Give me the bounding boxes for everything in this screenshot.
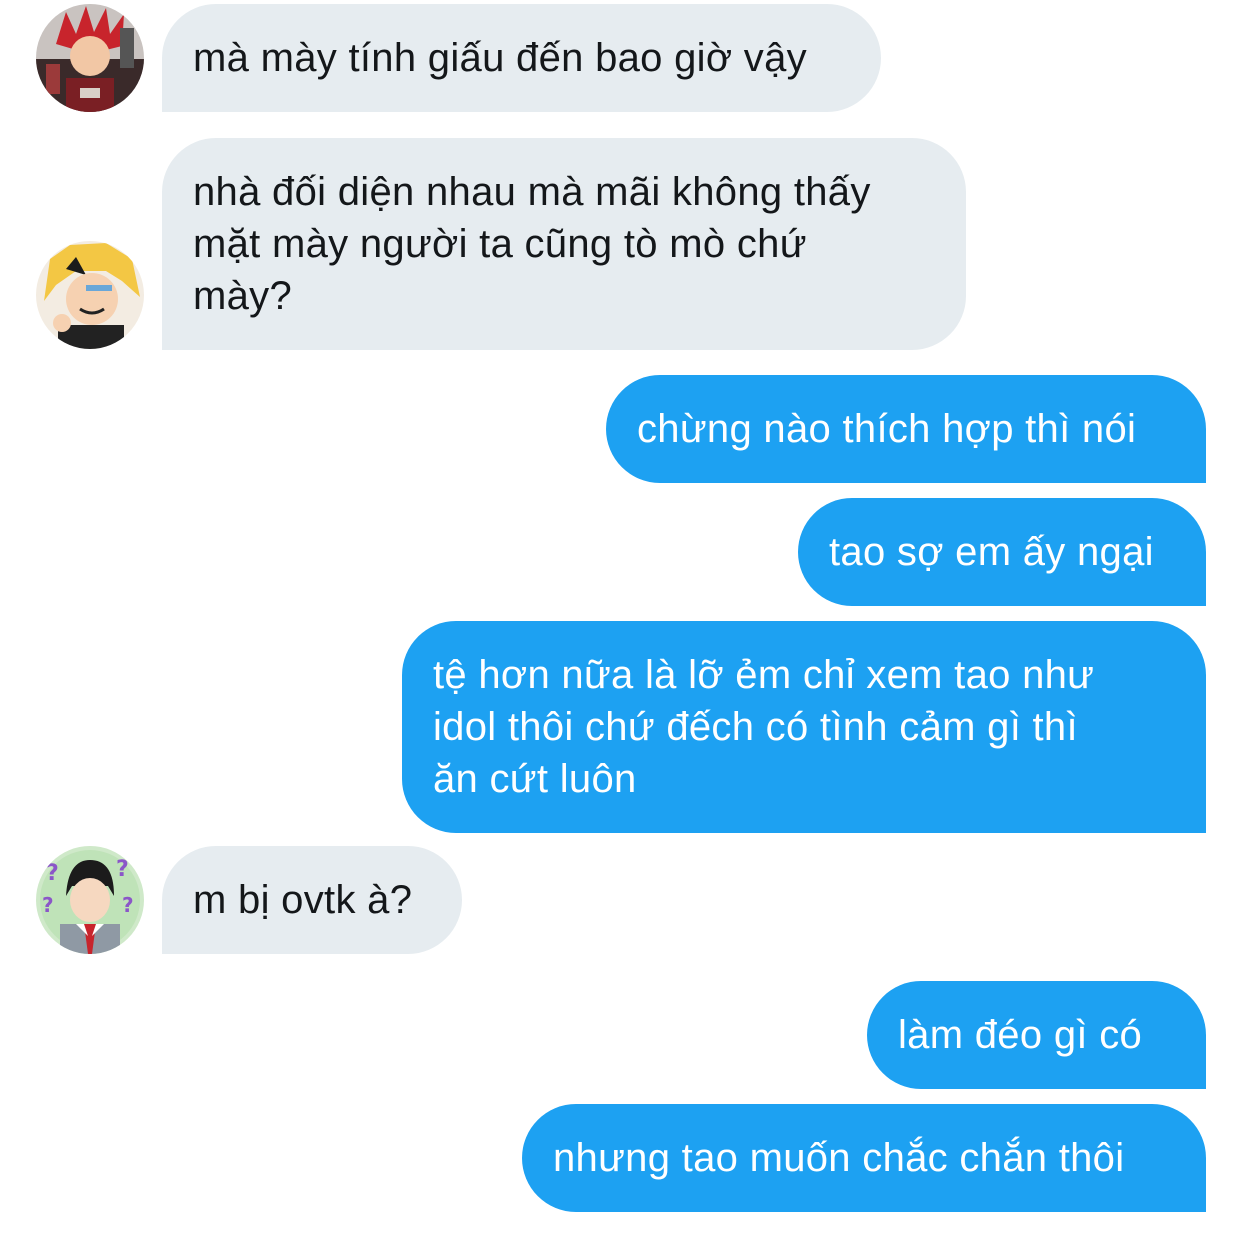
question-marks-avatar-icon[interactable]: ? ? ? ? bbox=[36, 846, 144, 954]
svg-text:?: ? bbox=[122, 893, 134, 917]
message-bubble-outgoing[interactable]: tệ hơn nữa là lỡ ẻm chỉ xem tao như idol… bbox=[402, 621, 1206, 833]
message-bubble-incoming[interactable]: nhà đối diện nhau mà mãi không thấy mặt … bbox=[162, 138, 966, 350]
message-bubble-outgoing[interactable]: chừng nào thích hợp thì nói bbox=[606, 375, 1206, 483]
message-text: chừng nào thích hợp thì nói bbox=[637, 407, 1137, 451]
message-bubble-outgoing[interactable]: làm đéo gì có bbox=[867, 981, 1206, 1089]
message-bubble-outgoing[interactable]: nhưng tao muốn chắc chắn thôi bbox=[522, 1104, 1206, 1212]
message-bubble-incoming[interactable]: m bị ovtk à? bbox=[162, 846, 462, 954]
message-text: nhưng tao muốn chắc chắn thôi bbox=[553, 1136, 1125, 1180]
message-text: tệ hơn nữa là lỡ ẻm chỉ xem tao như idol… bbox=[433, 653, 1095, 801]
message-text: làm đéo gì có bbox=[898, 1013, 1143, 1057]
svg-text:?: ? bbox=[46, 861, 59, 886]
message-bubble-incoming[interactable]: mà mày tính giấu đến bao giờ vậy bbox=[162, 4, 881, 112]
message-text: mà mày tính giấu đến bao giờ vậy bbox=[193, 36, 807, 80]
svg-text:?: ? bbox=[42, 893, 54, 917]
message-bubble-outgoing[interactable]: tao sợ em ấy ngại bbox=[798, 498, 1206, 606]
message-text: m bị ovtk à? bbox=[193, 878, 413, 922]
blonde-hair-avatar-icon[interactable] bbox=[36, 241, 144, 349]
red-spiky-hair-avatar-icon[interactable] bbox=[36, 4, 144, 112]
message-text: nhà đối diện nhau mà mãi không thấy mặt … bbox=[193, 170, 871, 318]
svg-text:?: ? bbox=[116, 857, 129, 882]
message-text: tao sợ em ấy ngại bbox=[829, 530, 1154, 574]
